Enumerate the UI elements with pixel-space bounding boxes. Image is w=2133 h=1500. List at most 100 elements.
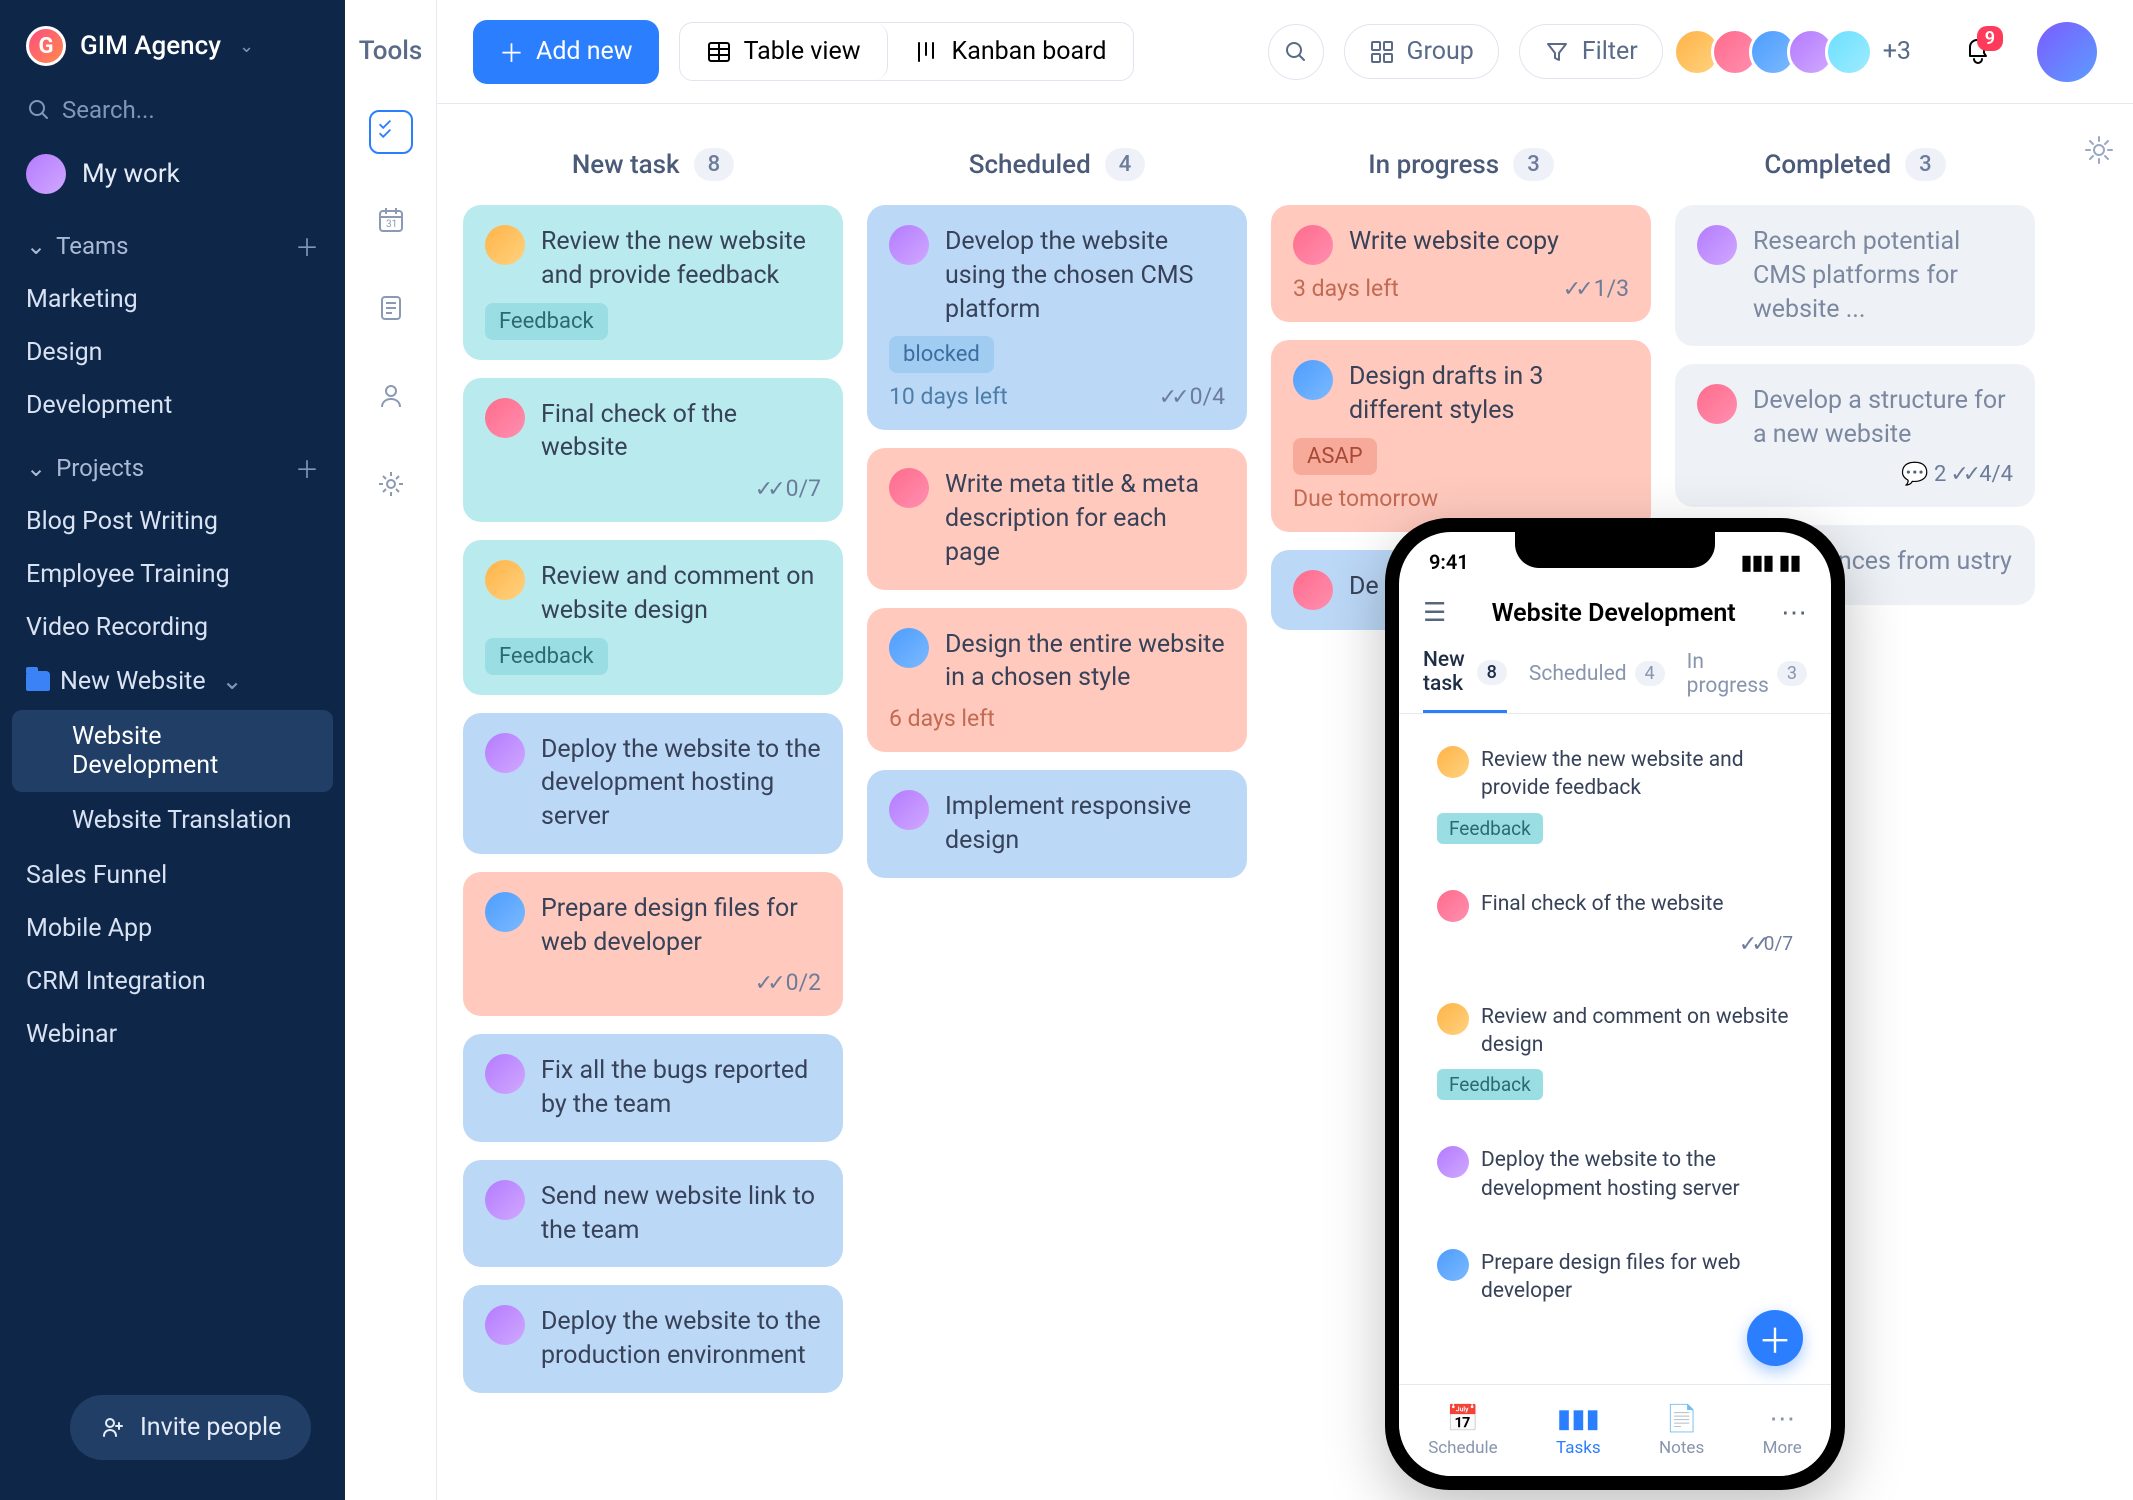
sidebar-item-project[interactable]: CRM Integration (0, 955, 345, 1008)
card-title: Prepare design files for web developer (541, 892, 821, 960)
avatar (1437, 746, 1469, 778)
card-tag: Feedback (485, 303, 608, 340)
phone-tab[interactable]: In progress3 (1687, 648, 1807, 713)
notifications-button[interactable]: 9 (1961, 32, 1997, 72)
avatar (1697, 225, 1737, 265)
board-settings-icon[interactable] (2083, 134, 2115, 170)
section-projects[interactable]: ⌄Projects ＋ (0, 432, 345, 495)
card-counts: 💬 24/4 (1901, 462, 2013, 487)
mywork-label: My work (82, 159, 180, 189)
card-title: Design the entire website in a chosen st… (945, 628, 1225, 696)
task-card[interactable]: Final check of the website0/7 (463, 378, 843, 523)
sidebar-subitem[interactable]: Website Development (12, 710, 333, 792)
section-teams[interactable]: ⌄Teams ＋ (0, 210, 345, 273)
card-title: Research potential CMS platforms for web… (1753, 225, 2013, 326)
card-tag: Feedback (1437, 1069, 1543, 1100)
sidebar-item-team[interactable]: Marketing (0, 273, 345, 326)
phone-task-card[interactable]: Review and comment on website designFeed… (1419, 987, 1811, 1117)
view-table-button[interactable]: Table view (680, 23, 888, 80)
sidebar-item-project[interactable]: Employee Training (0, 548, 345, 601)
sidebar-item-mywork[interactable]: My work (0, 138, 345, 210)
phone-tab[interactable]: Scheduled4 (1529, 648, 1665, 713)
sidebar-item-project[interactable]: Blog Post Writing (0, 495, 345, 548)
task-card[interactable]: Fix all the bugs reported by the team (463, 1034, 843, 1142)
phone-time: 9:41 (1429, 550, 1469, 574)
sidebar-subitem[interactable]: Website Translation (12, 794, 333, 847)
avatar (485, 1305, 525, 1345)
task-card[interactable]: Review and comment on website designFeed… (463, 540, 843, 695)
sidebar-item-team[interactable]: Development (0, 379, 345, 432)
task-card[interactable]: Develop a structure for a new website💬 2… (1675, 364, 2035, 507)
task-card[interactable]: Review the new website and provide feedb… (463, 205, 843, 360)
task-card[interactable]: Prepare design files for web developer0/… (463, 872, 843, 1017)
phone-task-card[interactable]: Prepare design files for web developer (1419, 1233, 1811, 1322)
card-title: Review the new website and provide feedb… (1481, 746, 1793, 803)
count-pill: 3 (1513, 148, 1554, 181)
search-placeholder: Search... (62, 96, 155, 124)
rail-tasks-icon[interactable] (369, 110, 413, 154)
avatar (889, 790, 929, 830)
rail-settings-icon[interactable] (369, 462, 413, 506)
phone-notch (1515, 532, 1715, 568)
group-button[interactable]: Group (1344, 24, 1499, 79)
sidebar-item-project[interactable]: Mobile App (0, 902, 345, 955)
count-pill: 3 (1905, 148, 1946, 181)
fab-add-button[interactable]: ＋ (1747, 1310, 1803, 1366)
phone-task-card[interactable]: Final check of the website 0/7 (1419, 874, 1811, 973)
chevron-down-icon: ⌄ (26, 454, 46, 482)
count-pill: 4 (1105, 148, 1146, 181)
workspace-switcher[interactable]: G GIM Agency ⌄ (0, 0, 345, 86)
phone-nav-item[interactable]: 📅Schedule (1428, 1404, 1497, 1458)
card-title: Final check of the website (1481, 890, 1724, 918)
task-card[interactable]: Design drafts in 3 different stylesASAPD… (1271, 340, 1651, 532)
rail-label: Tools (359, 36, 423, 66)
mobile-preview: 9:41 ▮▮▮ ▮▮ ☰ Website Development ⋯ New … (1385, 518, 1845, 1490)
member-avatar-row[interactable]: +3 (1683, 28, 1911, 76)
task-card[interactable]: Deploy the website to the production env… (463, 1285, 843, 1393)
task-card[interactable]: Research potential CMS platforms for web… (1675, 205, 2035, 346)
search-icon (26, 97, 52, 123)
invite-people-button[interactable]: Invite people (70, 1395, 311, 1460)
phone-nav-item[interactable]: 📄Notes (1659, 1404, 1704, 1458)
avatar (1697, 384, 1737, 424)
sidebar-item-project[interactable]: Video Recording (0, 601, 345, 654)
sidebar-item-project[interactable]: Webinar (0, 1008, 345, 1061)
search-button[interactable] (1268, 24, 1324, 80)
phone-nav-item[interactable]: ▮▮▮Tasks (1556, 1404, 1601, 1458)
add-new-button[interactable]: ＋Add new (473, 20, 659, 84)
chevron-down-icon: ⌄ (26, 232, 46, 260)
rail-calendar-icon[interactable]: 31 (369, 198, 413, 242)
column-header: New task8 (463, 134, 843, 205)
sidebar-folder[interactable]: New Website⌄ (0, 654, 345, 708)
card-tag: Feedback (485, 638, 608, 675)
sidebar-item-team[interactable]: Design (0, 326, 345, 379)
phone-task-card[interactable]: Deploy the website to the development ho… (1419, 1130, 1811, 1219)
phone-task-card[interactable]: Review the new website and provide feedb… (1419, 730, 1811, 860)
checklist-count: 0/7 (1437, 932, 1793, 957)
add-project-icon[interactable]: ＋ (295, 450, 319, 485)
rail-people-icon[interactable] (369, 374, 413, 418)
task-card[interactable]: Develop the website using the chosen CMS… (867, 205, 1247, 430)
task-card[interactable]: Deploy the website to the development ho… (463, 713, 843, 854)
card-title: Deploy the website to the development ho… (1481, 1146, 1793, 1203)
task-card[interactable]: Write meta title & meta description for … (867, 448, 1247, 589)
view-kanban-button[interactable]: Kanban board (888, 23, 1133, 80)
phone-nav-item[interactable]: ⋯More (1763, 1404, 1802, 1458)
user-avatar[interactable] (2037, 22, 2097, 82)
card-due: Due tomorrow (1293, 485, 1438, 512)
task-card[interactable]: Write website copy3 days left1/3 (1271, 205, 1651, 322)
task-card[interactable]: Implement responsive design (867, 770, 1247, 878)
filter-button[interactable]: Filter (1519, 24, 1663, 79)
avatar (889, 628, 929, 668)
sidebar-item-project[interactable]: Sales Funnel (0, 849, 345, 902)
add-team-icon[interactable]: ＋ (295, 228, 319, 263)
rail-notes-icon[interactable] (369, 286, 413, 330)
more-icon[interactable]: ⋯ (1781, 598, 1807, 628)
hamburger-icon[interactable]: ☰ (1423, 598, 1446, 628)
search-input[interactable]: Search... (0, 86, 345, 138)
card-title: Fix all the bugs reported by the team (541, 1054, 821, 1122)
task-card[interactable]: Design the entire website in a chosen st… (867, 608, 1247, 753)
card-title: Review the new website and provide feedb… (541, 225, 821, 293)
task-card[interactable]: Send new website link to the team (463, 1160, 843, 1268)
phone-tab[interactable]: New task8 (1423, 648, 1507, 713)
